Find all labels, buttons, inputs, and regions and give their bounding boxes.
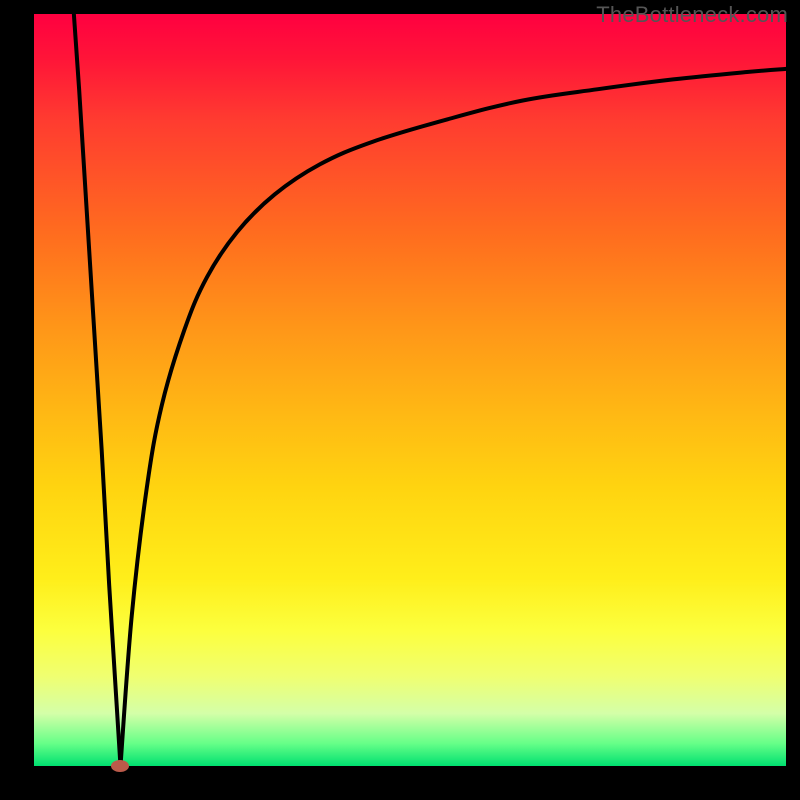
minimum-marker [111, 760, 129, 772]
curve-left-branch [74, 14, 121, 766]
curve-right-branch [120, 69, 786, 766]
bottleneck-curve [34, 14, 786, 766]
chart-frame: TheBottleneck.com [0, 0, 800, 800]
watermark: TheBottleneck.com [596, 2, 788, 28]
plot-area [34, 14, 786, 766]
